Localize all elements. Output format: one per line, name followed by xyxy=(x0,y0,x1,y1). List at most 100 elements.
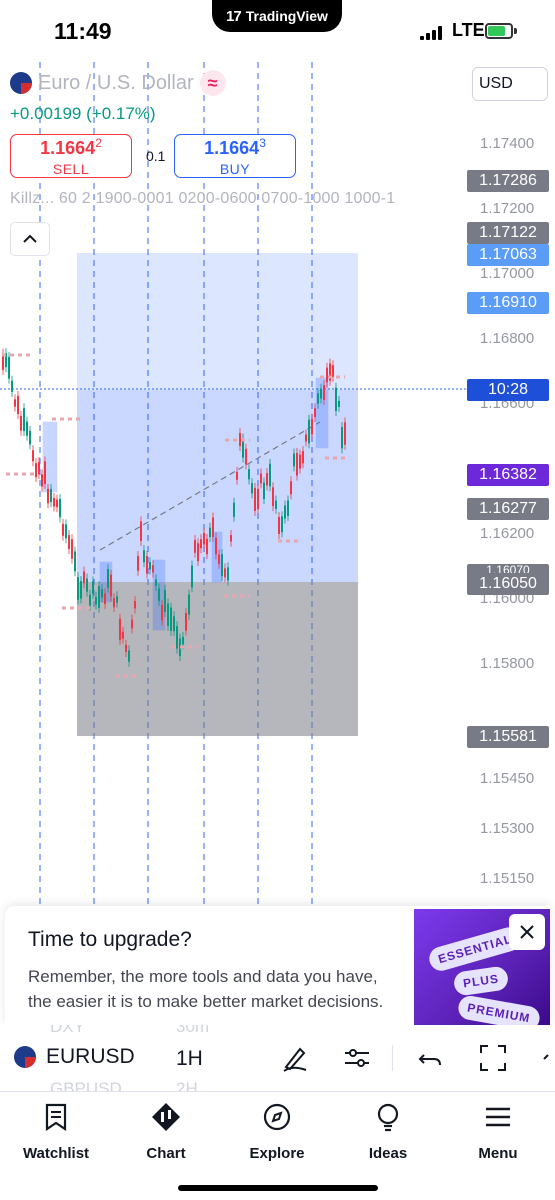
tab-menu[interactable]: Menu xyxy=(448,1102,548,1162)
price-tag: 1.17286 xyxy=(467,170,549,192)
upgrade-body: Remember, the more tools and data you ha… xyxy=(28,967,384,1011)
price-tag: 1.16277 xyxy=(467,498,549,520)
candle-body xyxy=(11,380,13,392)
symbol-selector[interactable]: EURUSD xyxy=(14,1045,135,1069)
price-axis-label: 1.17400 xyxy=(480,135,535,152)
stop-zone xyxy=(77,582,358,736)
currency-select[interactable]: USD xyxy=(472,67,548,101)
ghost-interval: 30m xyxy=(176,1025,210,1036)
eu-us-flag-icon xyxy=(10,72,32,94)
candle-body xyxy=(29,430,31,445)
candle-body xyxy=(245,448,247,465)
candle-body xyxy=(83,571,85,584)
collapse-legend-button[interactable] xyxy=(10,222,50,256)
candle-body xyxy=(185,612,187,631)
price-axis-label: 1.15800 xyxy=(480,655,535,672)
close-icon xyxy=(520,925,534,939)
candle-body xyxy=(152,565,154,573)
candle-body xyxy=(128,650,130,662)
candle-body xyxy=(221,554,223,577)
candle-body xyxy=(170,607,172,631)
candle-body xyxy=(182,637,184,645)
chart-header: Euro / U.S. Dollar ≈ +0.00199 (+0.17%) 1… xyxy=(10,70,395,256)
candle-body xyxy=(26,421,28,436)
candle-body xyxy=(161,604,163,621)
candle-body xyxy=(248,469,250,480)
candle-body xyxy=(299,454,301,469)
candle-body xyxy=(197,543,199,562)
candle-body xyxy=(236,471,238,480)
candle-body xyxy=(227,567,229,581)
candle-body xyxy=(62,523,64,536)
price-tag: 1.17122 xyxy=(467,222,549,244)
upgrade-banner[interactable]: Time to upgrade? Remember, the more tool… xyxy=(5,906,550,1025)
candle-body xyxy=(239,432,241,446)
candle-body xyxy=(332,365,334,377)
candle-body xyxy=(287,500,289,516)
candle-body xyxy=(167,603,169,626)
compass-icon xyxy=(263,1103,291,1131)
candle-body xyxy=(20,415,22,431)
candle-body xyxy=(317,393,319,404)
buy-button[interactable]: 1.16643 BUY xyxy=(174,134,296,178)
candle-body xyxy=(233,502,235,517)
candle-body xyxy=(254,487,256,511)
chart-toolbar: DXY 30m GBPUSD 2H EURUSD 1H xyxy=(0,1025,555,1091)
tab-watchlist[interactable]: Watchlist xyxy=(6,1102,106,1162)
close-banner-button[interactable] xyxy=(509,914,545,950)
spread-value: 0.1 xyxy=(146,148,166,164)
tab-label: Menu xyxy=(478,1145,518,1162)
watchlist-icon xyxy=(45,1103,67,1132)
candle-body xyxy=(269,463,271,487)
tab-label: Ideas xyxy=(368,1145,408,1162)
undo-icon[interactable] xyxy=(416,1043,446,1073)
interval-selector[interactable]: 1H xyxy=(176,1047,203,1071)
fullscreen-icon[interactable] xyxy=(478,1043,508,1073)
price-change: +0.00199 (+0.17%) xyxy=(10,104,156,123)
candle-body xyxy=(191,565,193,588)
price-axis-label: 1.17200 xyxy=(480,200,535,217)
tab-chart[interactable]: Chart xyxy=(116,1102,216,1162)
tab-explore[interactable]: Explore xyxy=(227,1102,327,1162)
candle-body xyxy=(281,516,283,533)
network-label: LTE xyxy=(452,20,485,40)
candle-body xyxy=(89,594,91,606)
sell-button[interactable]: 1.16642 SELL xyxy=(10,134,132,178)
candle-body xyxy=(113,598,115,608)
candle-body xyxy=(260,473,262,484)
candle-body xyxy=(50,488,52,503)
redo-icon[interactable] xyxy=(540,1043,555,1073)
candle-body xyxy=(263,482,265,500)
forex-wave-icon: ≈ xyxy=(199,70,226,96)
candle-body xyxy=(200,539,202,549)
candle-body xyxy=(98,586,100,608)
candle-body xyxy=(323,385,325,400)
candle-body xyxy=(104,593,106,605)
tradingview-logo-icon: 17 xyxy=(226,7,242,25)
countdown-tag: 10:28 xyxy=(467,379,549,401)
price-axis-label: 1.17000 xyxy=(480,265,535,282)
tab-ideas[interactable]: Ideas xyxy=(338,1102,438,1162)
candle-body xyxy=(92,581,94,594)
candle-body xyxy=(116,596,118,603)
candle-body xyxy=(344,422,346,445)
candle-body xyxy=(302,451,304,464)
candle-body xyxy=(86,578,88,592)
bottom-tab-bar: Watchlist Chart Explore Ideas Menu xyxy=(0,1091,555,1200)
indicators-icon[interactable] xyxy=(342,1043,372,1073)
candle-body xyxy=(146,556,148,574)
symbol-name[interactable]: Euro / U.S. Dollar xyxy=(38,72,194,95)
candle-body xyxy=(314,408,316,418)
ghost-symbol: DXY xyxy=(50,1025,85,1036)
candle-body xyxy=(158,588,160,602)
drawing-tools-icon[interactable] xyxy=(280,1043,310,1073)
candle-body xyxy=(65,524,67,539)
chart-area[interactable]: 1.17400 1.17200 1.17000 1.16800 1.16600 … xyxy=(0,62,555,1025)
home-indicator xyxy=(178,1185,378,1191)
price-axis-label: 1.15150 xyxy=(480,870,535,887)
indicator-legend[interactable]: Killz... 60 2 1900-0001 0200-0600 0700-1… xyxy=(10,190,395,208)
battery-icon xyxy=(485,23,513,39)
upgrade-title: Time to upgrade? xyxy=(28,928,192,951)
candle-body xyxy=(101,589,103,598)
candle-body xyxy=(59,499,61,518)
